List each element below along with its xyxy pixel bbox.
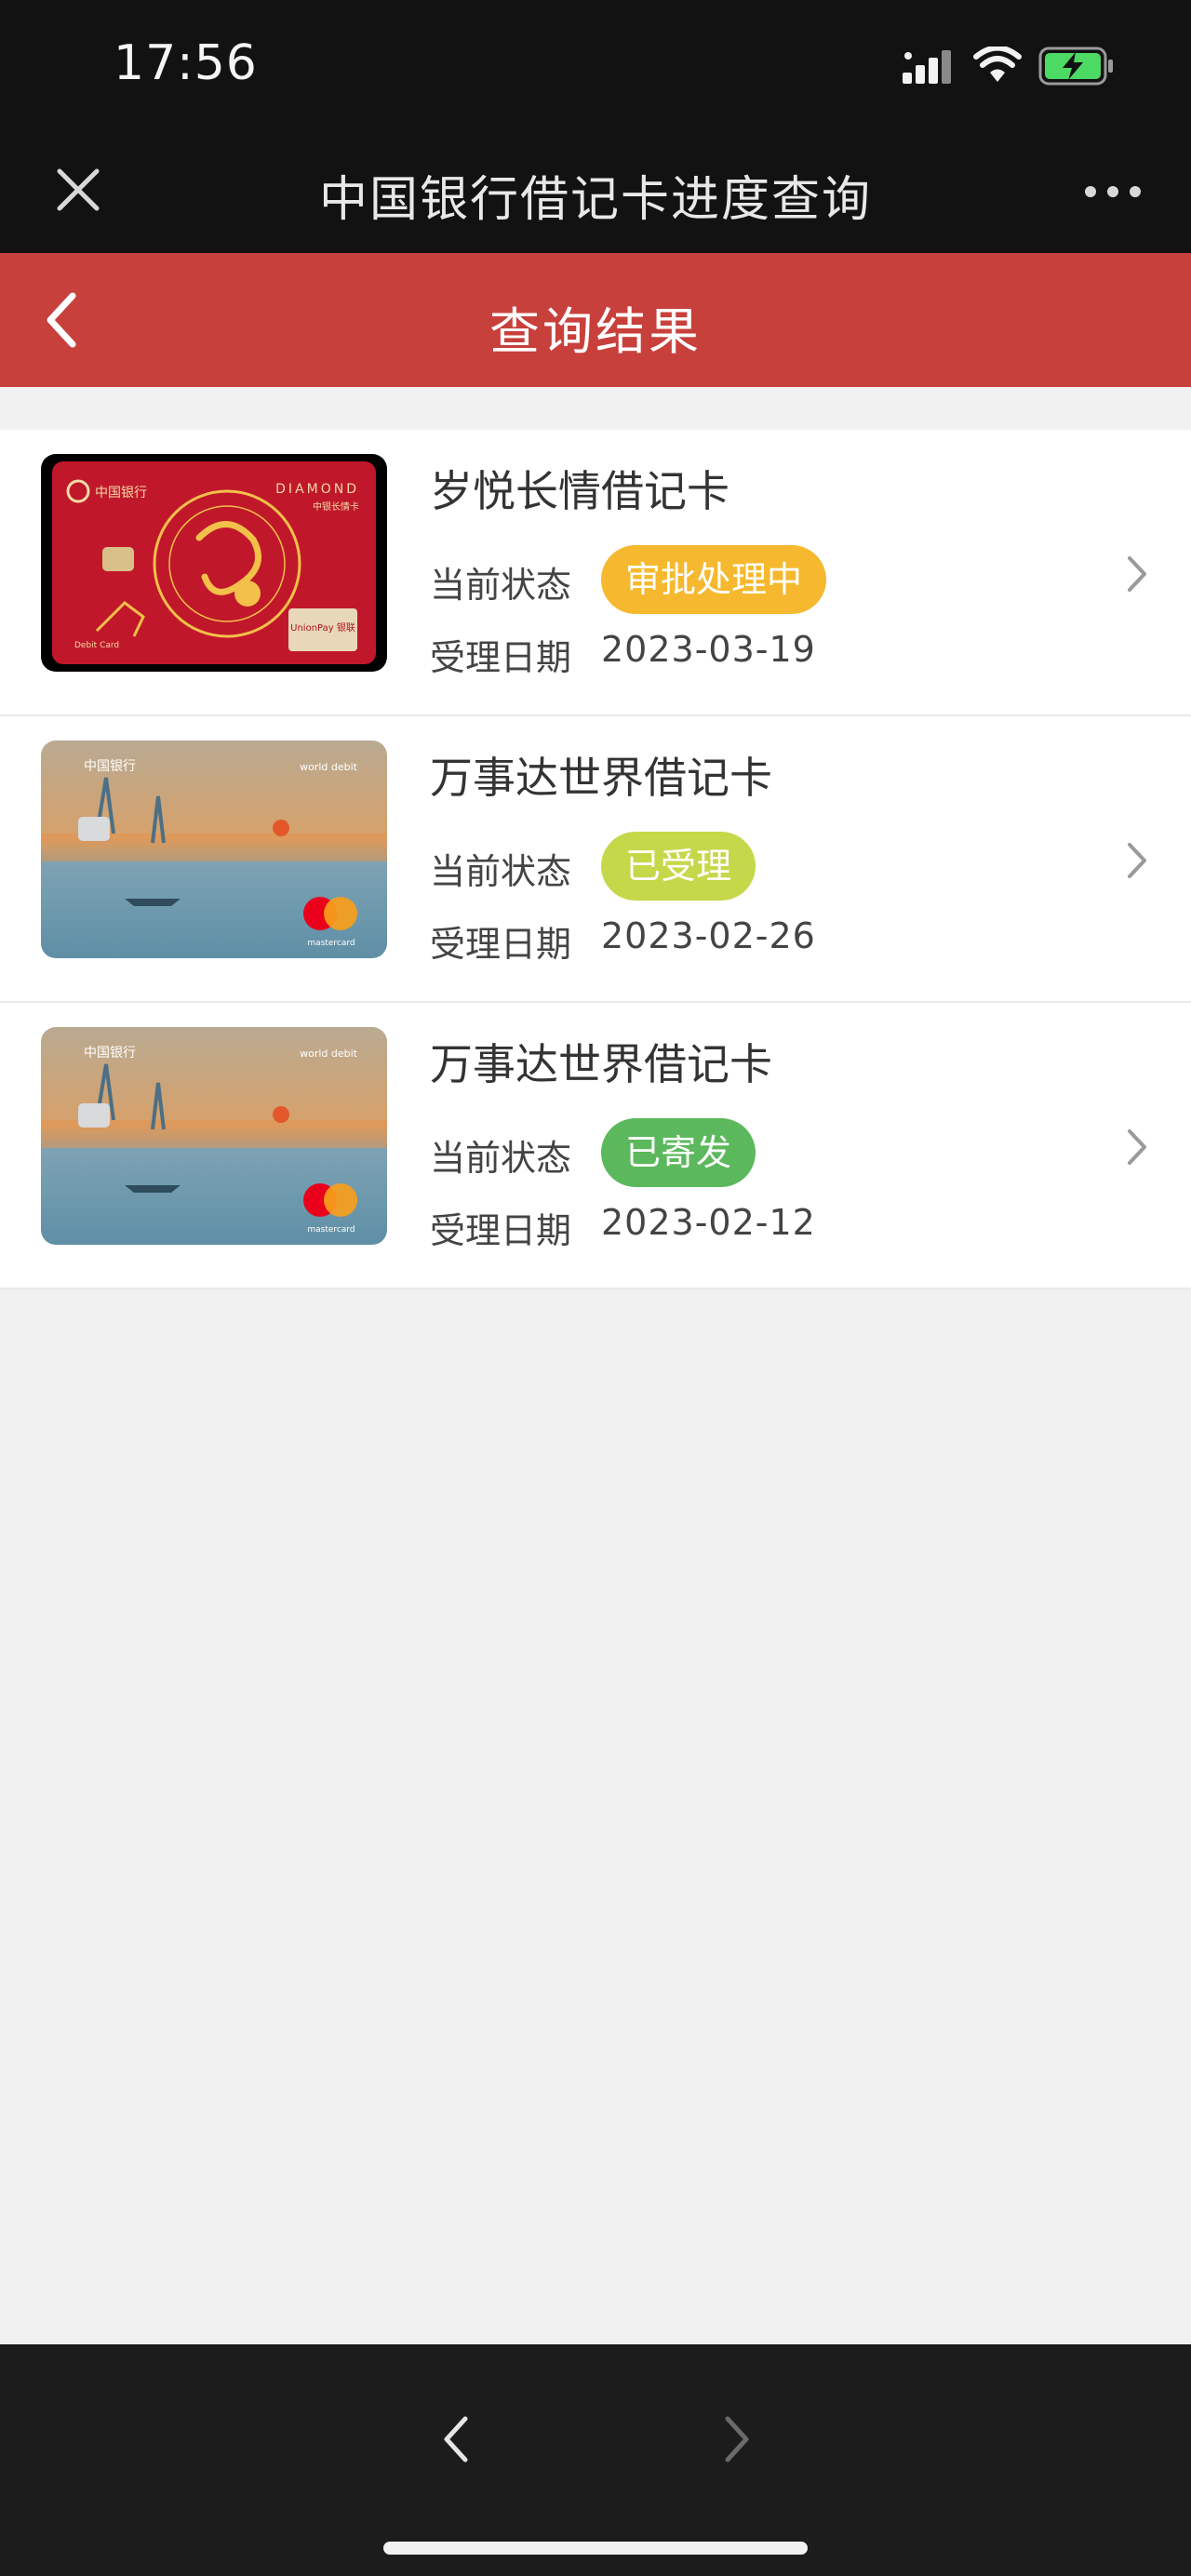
card-bank-text: 中国银行	[84, 759, 136, 774]
card-image: 中国银行 DIAMOND 中银长情卡 UnionPay 银联 Debit Car…	[41, 454, 387, 672]
status-badge: 审批处理中	[601, 545, 827, 614]
more-icon[interactable]	[1079, 177, 1146, 207]
status-badge: 已寄发	[601, 1118, 756, 1187]
card-image: 中国银行 world debit mastercard	[41, 1027, 387, 1245]
date-value: 2023-03-19	[601, 629, 816, 670]
date-label: 受理日期	[430, 1210, 572, 1251]
card-name: 万事达世界借记卡	[430, 1039, 772, 1089]
page-header: 查询结果	[0, 253, 1191, 387]
card-name: 岁悦长情借记卡	[430, 466, 729, 516]
card-tier-text: DIAMOND	[275, 482, 359, 497]
date-value: 2023-02-26	[601, 915, 816, 956]
status-label: 当前状态	[430, 565, 572, 606]
date-value: 2023-02-12	[601, 1202, 816, 1243]
card-bank-text: 中国银行	[84, 1046, 136, 1061]
card-image: 中国银行 world debit mastercard	[41, 741, 387, 958]
card-bank-text: 中国银行	[95, 486, 147, 501]
date-label: 受理日期	[430, 637, 572, 678]
status-label: 当前状态	[430, 851, 572, 892]
card-name: 万事达世界借记卡	[430, 753, 772, 803]
card-tier-text: world debit	[300, 761, 358, 773]
top-bar: 17:56 中国银行借记卡进度查询	[0, 0, 1191, 253]
page-title: 查询结果	[489, 302, 702, 361]
card-sub-text: 中银长情卡	[313, 501, 359, 513]
chevron-right-icon	[1128, 1129, 1146, 1165]
window-title: 中国银行借记卡进度查询	[318, 172, 872, 228]
card-tier-text: world debit	[300, 1048, 358, 1060]
home-indicator	[383, 2542, 808, 2555]
status-label: 当前状态	[430, 1138, 572, 1179]
result-list: 中国银行 DIAMOND 中银长情卡 UnionPay 银联 Debit Car…	[0, 430, 1191, 1289]
card-type-text: Debit Card	[74, 641, 119, 650]
list-item[interactable]: 中国银行 world debit mastercard 万事达世界借记卡 当前状…	[0, 716, 1191, 1003]
date-label: 受理日期	[430, 924, 572, 965]
list-item[interactable]: 中国银行 DIAMOND 中银长情卡 UnionPay 银联 Debit Car…	[0, 430, 1191, 716]
card-network-text: mastercard	[307, 1225, 355, 1235]
chevron-right-icon	[1128, 843, 1146, 878]
card-network-text: UnionPay 银联	[290, 621, 355, 634]
signal-icon	[903, 50, 951, 84]
bottom-toolbar	[0, 2344, 1191, 2576]
status-time: 17:56	[114, 35, 258, 91]
nav-forward-icon[interactable]	[718, 2411, 756, 2467]
status-badge: 已受理	[601, 832, 756, 901]
nav-back-icon[interactable]	[437, 2411, 475, 2467]
battery-charging-icon	[1038, 47, 1113, 86]
list-item[interactable]: 中国银行 world debit mastercard 万事达世界借记卡 当前状…	[0, 1003, 1191, 1289]
chevron-right-icon	[1128, 556, 1146, 592]
card-network-text: mastercard	[307, 939, 355, 948]
wifi-icon	[973, 47, 1022, 82]
